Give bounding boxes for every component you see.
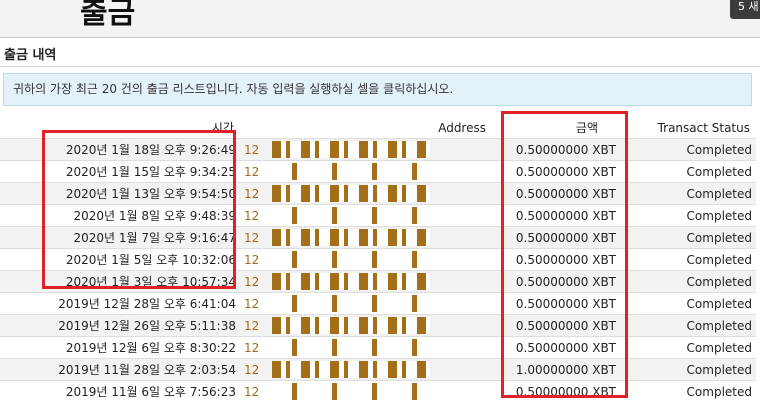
address-redaction bbox=[272, 207, 430, 224]
page-header: 출금 5 새 bbox=[0, 0, 760, 38]
cell-amount[interactable]: 0.50000000 XBT bbox=[490, 293, 620, 315]
info-message: 귀하의 가장 최근 20 건의 출금 리스트입니다. 자동 입력을 실행하실 셀… bbox=[3, 73, 752, 106]
cell-time[interactable]: 2020년 1월 13일 오후 9:54:50 bbox=[0, 183, 240, 205]
column-header-address[interactable]: Address bbox=[240, 117, 490, 139]
table-row[interactable]: 2019년 12월 28일 오후 6:41:04 12 0.50000000 XBT… bbox=[0, 293, 756, 315]
cell-amount[interactable]: 0.50000000 XBT bbox=[490, 227, 620, 249]
withdrawal-history-table: 시간 Address 금액 Transact Status 2020년 1월 1… bbox=[0, 117, 756, 402]
address-prefix: 12 bbox=[244, 143, 259, 157]
table-row[interactable]: 2020년 1월 7일 오후 9:16:47 12 0.50000000 XBTCo… bbox=[0, 227, 756, 249]
cell-amount[interactable]: 0.50000000 XBT bbox=[490, 337, 620, 359]
address-prefix: 12 bbox=[244, 363, 259, 377]
table-row[interactable]: 2020년 1월 15일 오후 9:34:25 12 0.50000000 XBTC… bbox=[0, 161, 756, 183]
section-title: 출금 내역 bbox=[4, 44, 56, 63]
cell-status[interactable]: Completed bbox=[620, 205, 756, 227]
table-header-row: 시간 Address 금액 Transact Status bbox=[0, 117, 756, 139]
table-row[interactable]: 2020년 1월 8일 오후 9:48:39 12 0.50000000 XBTCo… bbox=[0, 205, 756, 227]
cell-address[interactable]: 12 bbox=[240, 337, 490, 359]
cell-time[interactable]: 2019년 12월 28일 오후 6:41:04 bbox=[0, 293, 240, 315]
column-header-status[interactable]: Transact Status bbox=[620, 117, 756, 139]
table-row[interactable]: 2019년 11월 6일 오후 7:56:23 12 0.50000000 XBTC… bbox=[0, 381, 756, 402]
cell-address[interactable]: 12 bbox=[240, 293, 490, 315]
address-prefix: 12 bbox=[244, 341, 259, 355]
address-redaction bbox=[272, 273, 430, 290]
cell-address[interactable]: 12 bbox=[240, 161, 490, 183]
cell-status[interactable]: Completed bbox=[620, 161, 756, 183]
cell-time[interactable]: 2019년 11월 6일 오후 7:56:23 bbox=[0, 381, 240, 402]
table-row[interactable]: 2019년 11월 28일 오후 2:03:54 12 1.00000000 XBT… bbox=[0, 359, 756, 381]
cell-status[interactable]: Completed bbox=[620, 359, 756, 381]
address-prefix: 12 bbox=[244, 297, 259, 311]
cell-time[interactable]: 2019년 12월 6일 오후 8:30:22 bbox=[0, 337, 240, 359]
cell-address[interactable]: 12 bbox=[240, 183, 490, 205]
cell-address[interactable]: 12 bbox=[240, 315, 490, 337]
address-redaction bbox=[272, 251, 430, 268]
cell-amount[interactable]: 0.50000000 XBT bbox=[490, 381, 620, 402]
cell-status[interactable]: Completed bbox=[620, 315, 756, 337]
cell-amount[interactable]: 1.00000000 XBT bbox=[490, 359, 620, 381]
address-prefix: 12 bbox=[244, 209, 259, 223]
address-redaction bbox=[272, 295, 430, 312]
address-prefix: 12 bbox=[244, 187, 259, 201]
address-prefix: 12 bbox=[244, 319, 259, 333]
column-header-amount[interactable]: 금액 bbox=[490, 117, 620, 139]
cell-status[interactable]: Completed bbox=[620, 227, 756, 249]
address-redaction bbox=[272, 339, 430, 356]
cell-amount[interactable]: 0.50000000 XBT bbox=[490, 139, 620, 161]
cell-status[interactable]: Completed bbox=[620, 271, 756, 293]
cell-status[interactable]: Completed bbox=[620, 293, 756, 315]
address-prefix: 12 bbox=[244, 275, 259, 289]
cell-address[interactable]: 12 bbox=[240, 205, 490, 227]
cell-time[interactable]: 2020년 1월 3일 오후 10:57:34 bbox=[0, 271, 240, 293]
column-header-time[interactable]: 시간 bbox=[0, 117, 240, 139]
address-prefix: 12 bbox=[244, 385, 259, 399]
address-redaction bbox=[272, 317, 430, 334]
cell-time[interactable]: 2019년 12월 26일 오후 5:11:38 bbox=[0, 315, 240, 337]
cell-time[interactable]: 2020년 1월 18일 오후 9:26:49 bbox=[0, 139, 240, 161]
cell-time[interactable]: 2020년 1월 5일 오후 10:32:06 bbox=[0, 249, 240, 271]
cell-address[interactable]: 12 bbox=[240, 271, 490, 293]
address-redaction bbox=[272, 361, 430, 378]
cell-status[interactable]: Completed bbox=[620, 381, 756, 402]
address-redaction bbox=[272, 383, 430, 400]
cell-amount[interactable]: 0.50000000 XBT bbox=[490, 183, 620, 205]
cell-time[interactable]: 2019년 11월 28일 오후 2:03:54 bbox=[0, 359, 240, 381]
address-prefix: 12 bbox=[244, 231, 259, 245]
address-prefix: 12 bbox=[244, 165, 259, 179]
cell-address[interactable]: 12 bbox=[240, 249, 490, 271]
cell-status[interactable]: Completed bbox=[620, 183, 756, 205]
cell-amount[interactable]: 0.50000000 XBT bbox=[490, 315, 620, 337]
cell-amount[interactable]: 0.50000000 XBT bbox=[490, 161, 620, 183]
table-row[interactable]: 2020년 1월 5일 오후 10:32:06 12 0.50000000 XBTC… bbox=[0, 249, 756, 271]
cell-amount[interactable]: 0.50000000 XBT bbox=[490, 249, 620, 271]
cell-status[interactable]: Completed bbox=[620, 249, 756, 271]
cell-status[interactable]: Completed bbox=[620, 139, 756, 161]
cell-address[interactable]: 12 bbox=[240, 139, 490, 161]
cell-address[interactable]: 12 bbox=[240, 359, 490, 381]
address-redaction bbox=[272, 163, 430, 180]
address-redaction bbox=[272, 185, 430, 202]
table-row[interactable]: 2020년 1월 3일 오후 10:57:34 12 0.50000000 XBTC… bbox=[0, 271, 756, 293]
cell-status[interactable]: Completed bbox=[620, 337, 756, 359]
table-row[interactable]: 2019년 12월 26일 오후 5:11:38 12 0.50000000 XBT… bbox=[0, 315, 756, 337]
section-divider bbox=[0, 66, 760, 67]
cell-address[interactable]: 12 bbox=[240, 227, 490, 249]
table-row[interactable]: 2020년 1월 13일 오후 9:54:50 12 0.50000000 XBTC… bbox=[0, 183, 756, 205]
cell-time[interactable]: 2020년 1월 7일 오후 9:16:47 bbox=[0, 227, 240, 249]
address-redaction bbox=[272, 229, 430, 246]
table-row[interactable]: 2020년 1월 18일 오후 9:26:49 12 0.50000000 XBTC… bbox=[0, 139, 756, 161]
cell-time[interactable]: 2020년 1월 15일 오후 9:34:25 bbox=[0, 161, 240, 183]
cell-amount[interactable]: 0.50000000 XBT bbox=[490, 205, 620, 227]
address-prefix: 12 bbox=[244, 253, 259, 267]
corner-tab[interactable]: 5 새 bbox=[730, 0, 760, 19]
table-row[interactable]: 2019년 12월 6일 오후 8:30:22 12 0.50000000 XBTC… bbox=[0, 337, 756, 359]
cell-amount[interactable]: 0.50000000 XBT bbox=[490, 271, 620, 293]
page-title: 출금 bbox=[80, 0, 135, 32]
address-redaction bbox=[272, 141, 430, 158]
cell-time[interactable]: 2020년 1월 8일 오후 9:48:39 bbox=[0, 205, 240, 227]
cell-address[interactable]: 12 bbox=[240, 381, 490, 402]
